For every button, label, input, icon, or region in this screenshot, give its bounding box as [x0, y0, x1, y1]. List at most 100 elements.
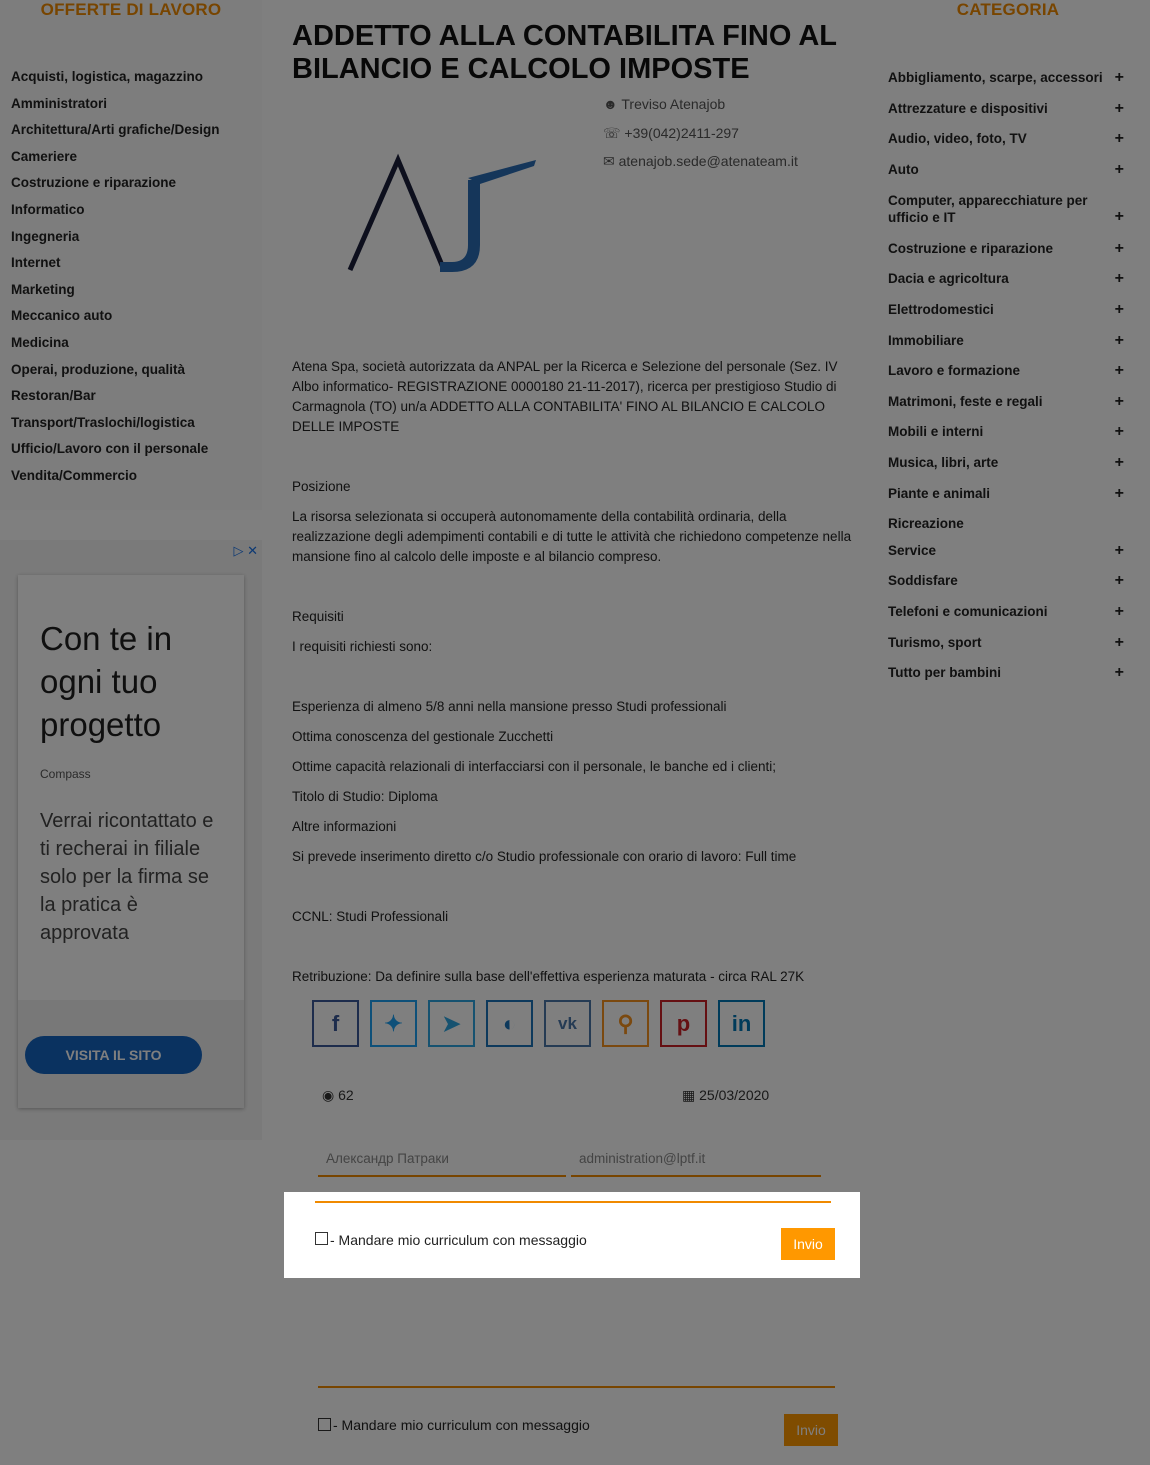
plus-icon[interactable]: +: [1115, 208, 1124, 225]
category-soddisfare[interactable]: Soddisfare +: [888, 572, 1126, 589]
category-label: Immobiliare: [888, 333, 964, 348]
category-turismo[interactable]: Turismo, sport +: [888, 634, 1126, 651]
category-label: Turismo, sport: [888, 635, 982, 650]
plus-icon[interactable]: +: [1115, 485, 1124, 502]
sidebar-item-architettura[interactable]: Architettura/Arti grafiche/Design: [11, 120, 220, 147]
category-label: Ricreazione: [888, 516, 964, 531]
plus-icon[interactable]: +: [1115, 240, 1124, 257]
sidebar-item-transport[interactable]: Transport/Traslochi/logistica: [11, 413, 220, 440]
sidebar-item-ufficio[interactable]: Ufficio/Lavoro con il personale: [11, 439, 220, 466]
plus-icon[interactable]: +: [1115, 100, 1124, 117]
calendar-icon: ▦: [682, 1087, 700, 1103]
plus-icon[interactable]: +: [1115, 454, 1124, 471]
sidebar-item-medicina[interactable]: Medicina: [11, 333, 220, 360]
right-sidebar-title: CATEGORIA: [956, 0, 1060, 19]
plus-icon[interactable]: +: [1115, 542, 1124, 559]
category-bambini[interactable]: Tutto per bambini +: [888, 664, 1126, 681]
phone-text: +39(042)2411-297: [624, 125, 739, 141]
category-telefoni[interactable]: Telefoni e comunicazioni +: [888, 603, 1126, 620]
sidebar-item-restoran[interactable]: Restoran/Bar: [11, 386, 220, 413]
category-dacia[interactable]: Dacia e agricoltura +: [888, 270, 1126, 287]
category-ricreazione[interactable]: Ricreazione: [888, 515, 1126, 532]
category-immobiliare[interactable]: Immobiliare +: [888, 332, 1126, 349]
sidebar-item-ingegneria[interactable]: Ingegneria: [11, 227, 220, 254]
linkedin-share-button[interactable]: in: [718, 1000, 765, 1047]
category-label: Computer, apparecchiature per ufficio e …: [888, 193, 1088, 225]
sidebar-item-meccanico[interactable]: Meccanico auto: [11, 306, 220, 333]
plus-icon[interactable]: +: [1115, 362, 1124, 379]
livejournal-share-button[interactable]: ◐: [486, 1000, 533, 1047]
category-mobili[interactable]: Mobili e interni +: [888, 423, 1126, 440]
contact-email[interactable]: ✉ atenajob.sede@atenateam.it: [603, 153, 798, 170]
sidebar-item-amministratori[interactable]: Amministratori: [11, 94, 220, 121]
category-elettrodomestici[interactable]: Elettrodomestici +: [888, 301, 1126, 318]
category-service[interactable]: Service +: [888, 542, 1126, 559]
category-costruzione[interactable]: Costruzione e riparazione +: [888, 240, 1126, 257]
contact-phone: ☏ +39(042)2411-297: [603, 125, 739, 142]
plus-icon[interactable]: +: [1115, 634, 1124, 651]
send-button[interactable]: Invio: [781, 1228, 835, 1260]
send-cv-checkbox[interactable]: [315, 1232, 328, 1245]
ad-visit-button[interactable]: VISITA IL SITO: [25, 1036, 202, 1074]
email-input[interactable]: administration@lptf.it: [571, 1145, 821, 1177]
sidebar-item-marketing[interactable]: Marketing: [11, 280, 220, 307]
category-attrezzature[interactable]: Attrezzature e dispositivi +: [888, 100, 1126, 117]
plus-icon[interactable]: +: [1115, 603, 1124, 620]
category-matrimoni[interactable]: Matrimoni, feste e regali +: [888, 393, 1126, 410]
vk-share-button[interactable]: vk: [544, 1000, 591, 1047]
sidebar-item-vendita[interactable]: Vendita/Commercio: [11, 466, 220, 493]
sidebar-item-acquisti[interactable]: Acquisti, logistica, magazzino: [11, 67, 220, 94]
category-label: Service: [888, 543, 937, 558]
plus-icon[interactable]: +: [1115, 270, 1124, 287]
category-label: Matrimoni, feste e regali: [888, 394, 1043, 409]
category-label: Attrezzature e dispositivi: [888, 101, 1048, 116]
plus-icon[interactable]: +: [1115, 161, 1124, 178]
category-label: Audio, video, foto, TV: [888, 131, 1027, 146]
category-piante[interactable]: Piante e animali +: [888, 485, 1126, 502]
odnoklassniki-icon: ⚲: [617, 1010, 634, 1036]
ad-body: Verrai ricontattato e ti recherai in fil…: [40, 810, 214, 944]
job-intro: Atena Spa, società autorizzata da ANPAL …: [292, 359, 838, 434]
sidebar-item-internet[interactable]: Internet: [11, 253, 220, 280]
category-label: Elettrodomestici: [888, 302, 994, 317]
vk-icon: vk: [558, 1013, 577, 1033]
category-computer[interactable]: Computer, apparecchiature per ufficio e …: [888, 192, 1126, 226]
sidebar-item-cameriere[interactable]: Cameriere: [11, 147, 220, 174]
category-label: Dacia e agricoltura: [888, 271, 1009, 286]
pinterest-icon: p: [676, 1010, 691, 1036]
plus-icon[interactable]: +: [1115, 301, 1124, 318]
send-button-lower[interactable]: Invio: [784, 1414, 838, 1446]
send-cv-checkbox-lower[interactable]: [318, 1418, 331, 1431]
plus-icon[interactable]: +: [1115, 572, 1124, 589]
odnoklassniki-share-button[interactable]: ⚲: [602, 1000, 649, 1047]
name-input[interactable]: Александр Патраки: [318, 1145, 566, 1177]
pinterest-share-button[interactable]: p: [660, 1000, 707, 1047]
twitter-share-button[interactable]: ✦: [370, 1000, 417, 1047]
plus-icon[interactable]: +: [1115, 332, 1124, 349]
category-label: Auto: [888, 162, 919, 177]
category-auto[interactable]: Auto +: [888, 161, 1126, 178]
plus-icon[interactable]: +: [1115, 423, 1124, 440]
ad-choices-icon[interactable]: ▷ ✕: [233, 543, 258, 559]
ccnl-text: CCNL: Studi Professionali: [292, 909, 449, 924]
message-field-underline[interactable]: [318, 1386, 835, 1388]
plus-icon[interactable]: +: [1115, 393, 1124, 410]
category-label: Abbigliamento, scarpe, accessori: [888, 70, 1103, 85]
telegram-share-button[interactable]: ➤: [428, 1000, 475, 1047]
category-lavoro[interactable]: Lavoro e formazione +: [888, 362, 1126, 379]
sidebar-item-operai[interactable]: Operai, produzione, qualità: [11, 360, 220, 387]
company-logo: [347, 153, 536, 272]
facebook-share-button[interactable]: f: [312, 1000, 359, 1047]
ad-card[interactable]: Con te in ogni tuo progetto Compass Verr…: [18, 575, 244, 1108]
message-modal: - Mandare mio curriculum con messaggio I…: [284, 1192, 860, 1278]
category-musica[interactable]: Musica, libri, arte +: [888, 454, 1126, 471]
sidebar-item-costruzione[interactable]: Costruzione e riparazione: [11, 173, 220, 200]
category-audio-video[interactable]: Audio, video, foto, TV +: [888, 130, 1126, 147]
plus-icon[interactable]: +: [1115, 130, 1124, 147]
left-sidebar-title: OFFERTE DI LAVORO: [40, 0, 222, 19]
plus-icon[interactable]: +: [1115, 664, 1124, 681]
plus-icon[interactable]: +: [1115, 69, 1124, 86]
modal-message-underline[interactable]: [315, 1201, 831, 1203]
sidebar-item-informatico[interactable]: Informatico: [11, 200, 220, 227]
category-abbigliamento[interactable]: Abbigliamento, scarpe, accessori +: [888, 69, 1126, 86]
